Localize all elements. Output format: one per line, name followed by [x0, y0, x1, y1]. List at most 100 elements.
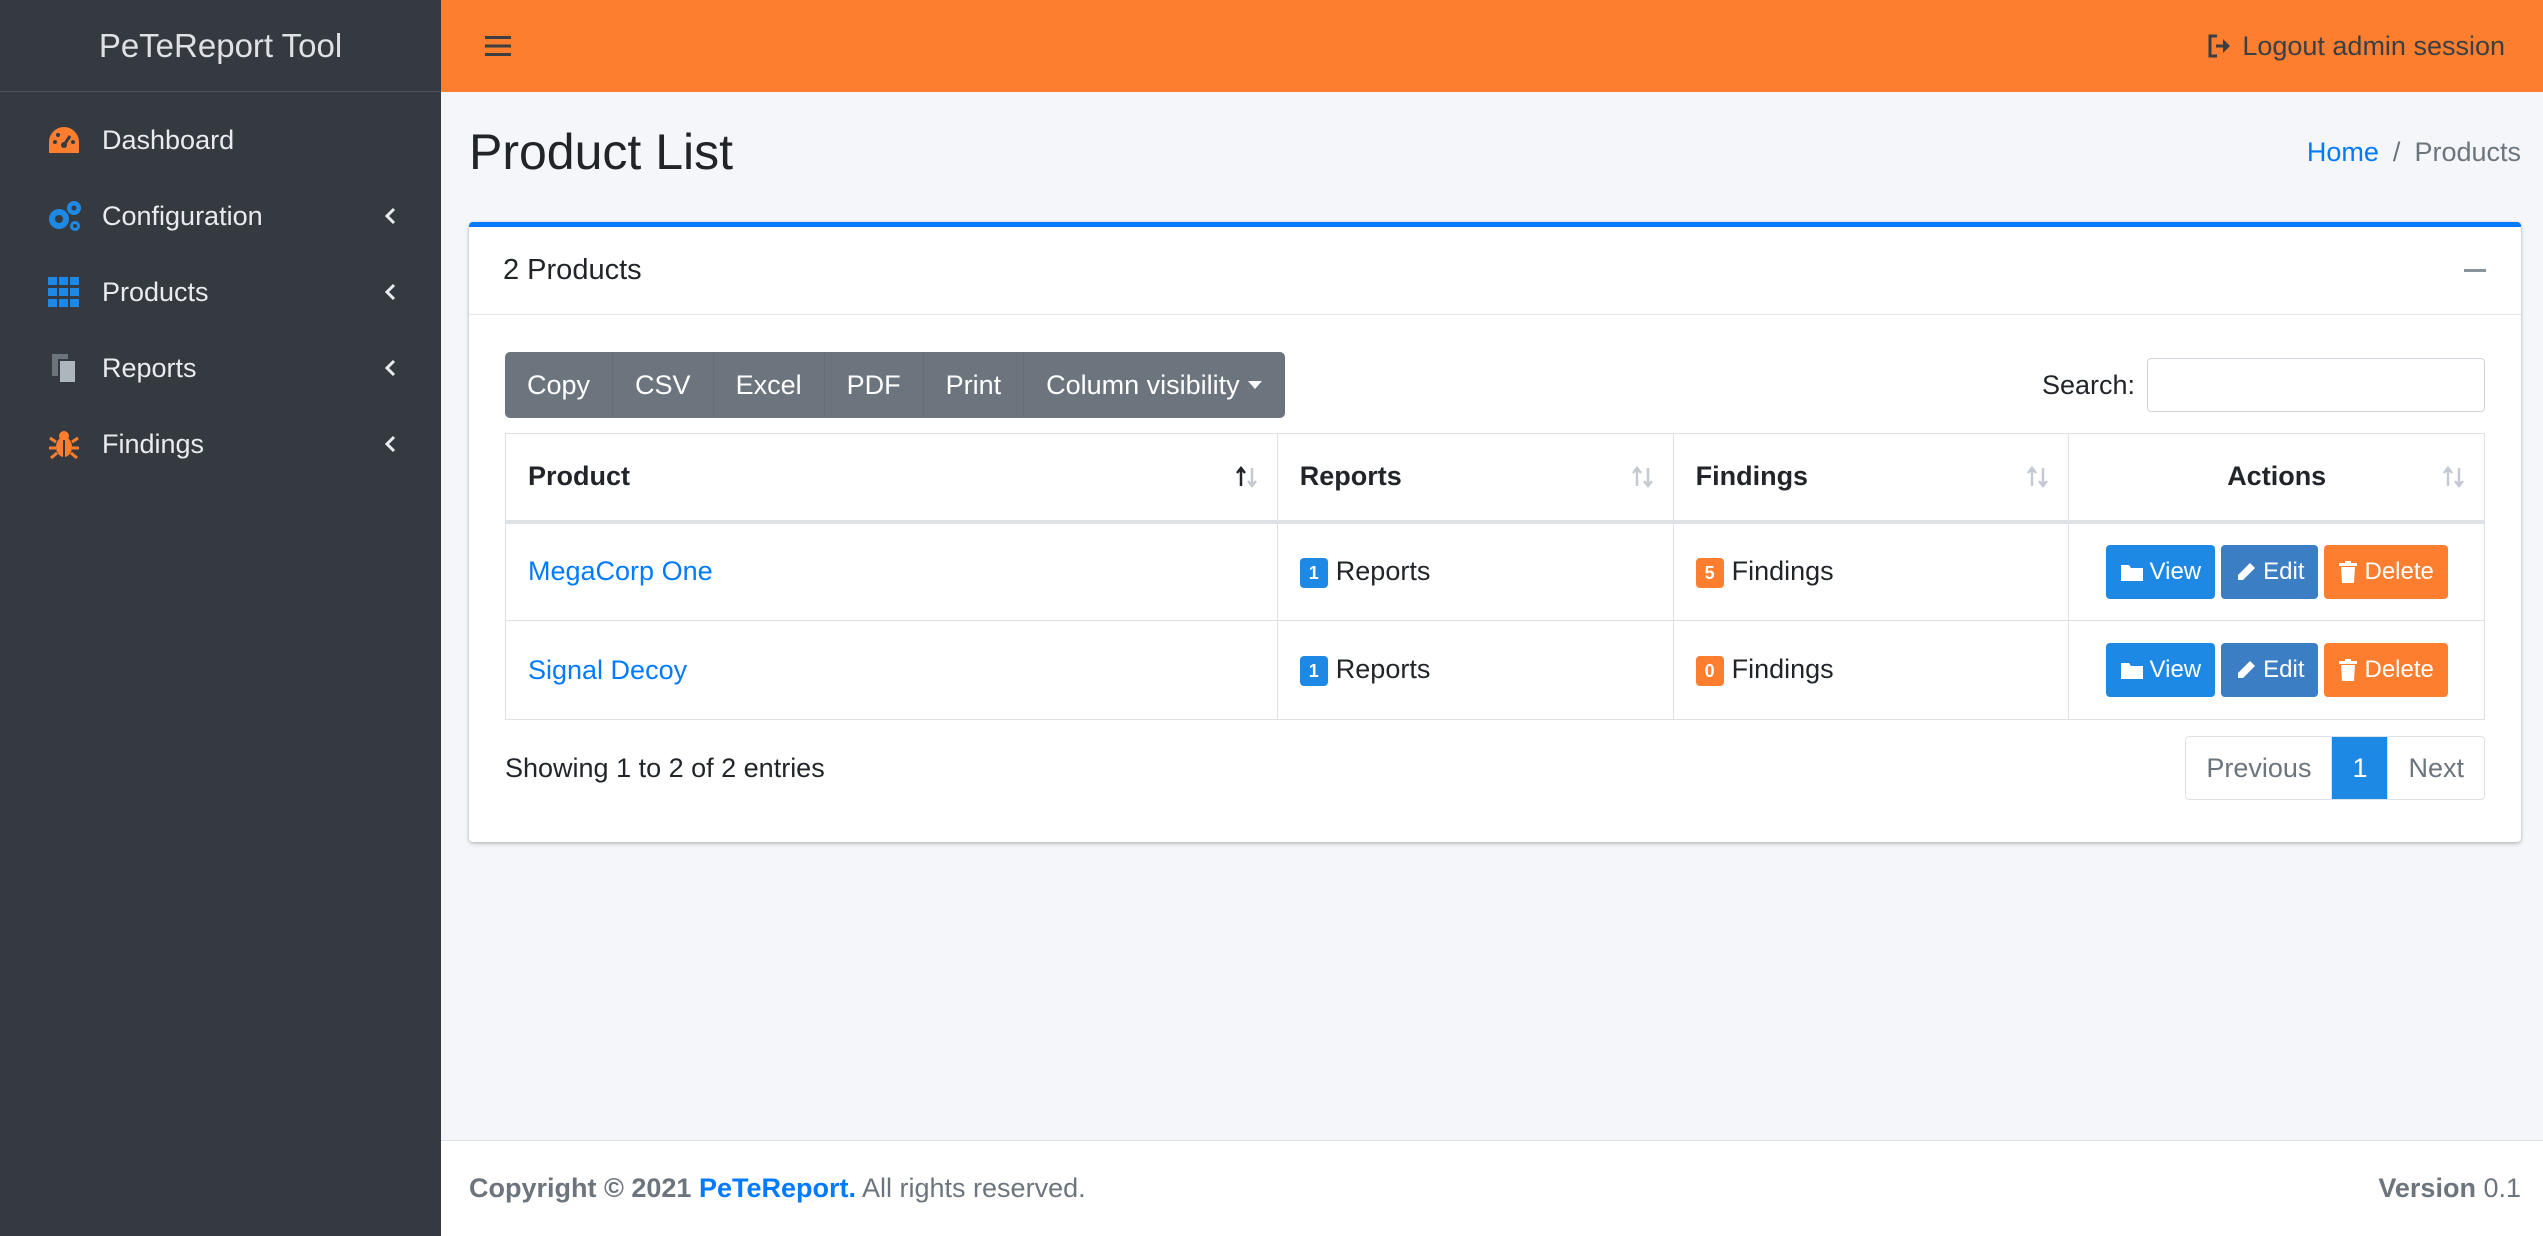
- reports-count-badge: 1: [1299, 655, 1328, 686]
- reports-cell: 1 Reports: [1276, 620, 1674, 720]
- sidebar-item-label: Products: [102, 276, 209, 307]
- sign-out-icon: [2208, 34, 2231, 58]
- column-visibility-button[interactable]: Column visibility: [1024, 352, 1285, 418]
- search-input[interactable]: [2147, 358, 2485, 412]
- print-button[interactable]: Print: [924, 352, 1025, 418]
- actions-cell: View Edit Delete: [2068, 521, 2485, 621]
- export-button-group: Copy CSV Excel PDF Print Column visibili…: [505, 352, 1285, 418]
- product-link[interactable]: MegaCorp One: [528, 556, 713, 586]
- view-button[interactable]: View: [2105, 544, 2216, 599]
- chevron-left-icon: [384, 435, 396, 453]
- collapse-minus-icon[interactable]: [2463, 259, 2487, 283]
- copyright: Copyright © 2021 PeTeReport. All rights …: [469, 1173, 1086, 1204]
- rights-text: All rights reserved.: [862, 1173, 1086, 1203]
- grid-icon: [44, 272, 84, 312]
- main-footer: Copyright © 2021 PeTeReport. All rights …: [441, 1140, 2543, 1236]
- column-header-label: Product: [528, 461, 631, 492]
- view-button[interactable]: View: [2105, 643, 2216, 697]
- tachometer-icon: [44, 120, 84, 160]
- edit-label: Edit: [2263, 557, 2305, 585]
- sidebar-item-dashboard[interactable]: Dashboard: [0, 102, 441, 178]
- findings-label: Findings: [1731, 555, 1834, 586]
- edit-button[interactable]: Edit: [2221, 643, 2319, 697]
- findings-label: Findings: [1731, 654, 1834, 685]
- reports-cell: 1 Reports: [1276, 521, 1674, 621]
- search-control: Search:: [2042, 358, 2485, 412]
- sidebar-item-products[interactable]: Products: [0, 254, 441, 330]
- delete-label: Delete: [2364, 557, 2434, 585]
- card-title: 2 Products: [503, 254, 642, 286]
- version-info: Version 0.1: [2378, 1173, 2521, 1204]
- table-row: Signal Decoy 1 Reports 0 Findings View Edi…: [505, 620, 2485, 720]
- trash-icon: [2339, 659, 2358, 681]
- sidebar-item-label: Reports: [102, 352, 197, 383]
- column-header-label: Actions: [2227, 461, 2327, 492]
- sidebar-item-configuration[interactable]: Configuration: [0, 178, 441, 254]
- pagination-next[interactable]: Next: [2387, 737, 2484, 799]
- cogs-icon: [44, 196, 84, 236]
- trash-icon: [2339, 560, 2358, 583]
- pdf-button[interactable]: PDF: [825, 352, 924, 418]
- edit-button[interactable]: Edit: [2221, 544, 2319, 599]
- table-header-row: Product Reports Findings Actions: [505, 433, 2485, 524]
- copyright-text: Copyright © 2021: [469, 1173, 692, 1203]
- excel-button[interactable]: Excel: [714, 352, 825, 418]
- breadcrumb-home-link[interactable]: Home: [2307, 137, 2379, 168]
- main-content: Product List Home / Products 2 Products …: [441, 92, 2543, 1140]
- sidebar-item-label: Findings: [102, 428, 205, 459]
- page-title: Product List: [469, 124, 734, 180]
- column-header-product[interactable]: Product: [505, 433, 1278, 524]
- csv-button[interactable]: CSV: [613, 352, 714, 418]
- delete-button[interactable]: Delete: [2324, 544, 2448, 599]
- caret-down-icon: [1247, 381, 1262, 389]
- findings-count-badge: 5: [1695, 557, 1724, 588]
- logout-link[interactable]: Logout admin session: [2206, 31, 2505, 62]
- table-footer: Showing 1 to 2 of 2 entries Previous 1 N…: [505, 736, 2485, 800]
- sort-asc-icon: [1235, 465, 1259, 488]
- product-cell: Signal Decoy: [505, 620, 1278, 720]
- sidebar: PeTeReport Tool Dashboard Configuration: [0, 0, 441, 1236]
- products-table: Product Reports Findings Actions MegaCor…: [505, 433, 2485, 720]
- pencil-icon: [2238, 562, 2256, 580]
- breadcrumb: Home / Products: [2307, 137, 2521, 168]
- view-label: View: [2149, 557, 2202, 585]
- copy-icon: [44, 348, 84, 388]
- findings-cell: 5 Findings: [1672, 521, 2070, 621]
- breadcrumb-current: Products: [2414, 136, 2521, 167]
- findings-count-badge: 0: [1695, 655, 1724, 686]
- table-row: MegaCorp One 1 Reports 5 Findings View Edi…: [505, 521, 2485, 621]
- column-header-findings[interactable]: Findings: [1672, 433, 2070, 524]
- table-toolbar: Copy CSV Excel PDF Print Column visibili…: [505, 351, 2485, 419]
- sort-icon: [1631, 465, 1655, 488]
- product-link[interactable]: Signal Decoy: [528, 655, 687, 685]
- column-visibility-label: Column visibility: [1046, 369, 1240, 400]
- sidebar-nav: Dashboard Configuration Products Reports…: [0, 92, 441, 482]
- reports-label: Reports: [1335, 654, 1431, 685]
- logout-label: Logout admin session: [2242, 30, 2505, 61]
- pagination-previous[interactable]: Previous: [2186, 737, 2331, 799]
- content-header: Product List Home / Products: [469, 92, 2521, 212]
- folder-icon: [2120, 564, 2143, 581]
- column-header-reports[interactable]: Reports: [1276, 433, 1674, 524]
- table-info: Showing 1 to 2 of 2 entries: [505, 752, 825, 783]
- sidebar-item-findings[interactable]: Findings: [0, 406, 441, 482]
- sidebar-item-reports[interactable]: Reports: [0, 330, 441, 406]
- delete-button[interactable]: Delete: [2324, 643, 2448, 697]
- chevron-left-icon: [384, 207, 396, 225]
- version-value: 0.1: [2483, 1173, 2521, 1203]
- bug-icon: [44, 424, 84, 464]
- hamburger-menu-icon[interactable]: [481, 29, 515, 63]
- copy-button[interactable]: Copy: [505, 352, 614, 418]
- brand-title[interactable]: PeTeReport Tool: [0, 0, 441, 92]
- sort-icon: [2026, 465, 2050, 488]
- column-header-actions[interactable]: Actions: [2068, 433, 2485, 524]
- actions-cell: View Edit Delete: [2068, 620, 2485, 720]
- sort-icon: [2442, 465, 2466, 488]
- product-cell: MegaCorp One: [505, 521, 1278, 621]
- view-label: View: [2149, 656, 2202, 683]
- topbar: Logout admin session: [441, 0, 2543, 92]
- sidebar-item-label: Dashboard: [102, 124, 235, 155]
- pagination-page-1[interactable]: 1: [2331, 737, 2388, 799]
- findings-cell: 0 Findings: [1672, 620, 2070, 720]
- footer-brand-link[interactable]: PeTeReport.: [699, 1173, 856, 1203]
